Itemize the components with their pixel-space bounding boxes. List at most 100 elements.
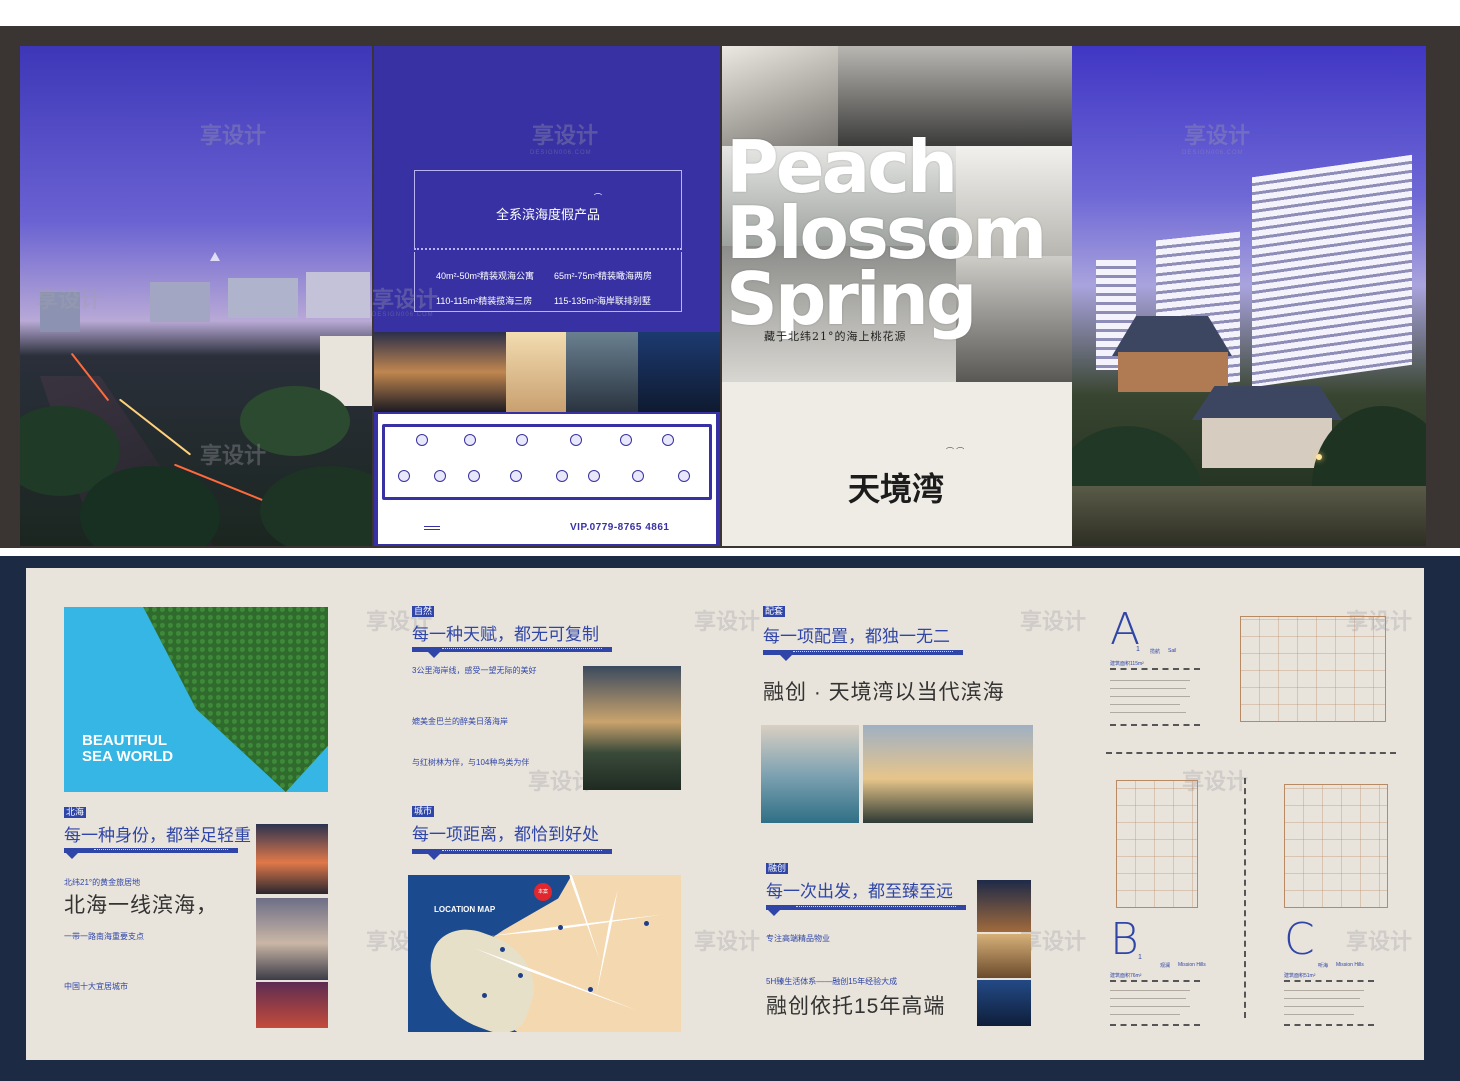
- plan-letter: B: [1110, 914, 1139, 965]
- inner-spread: 享设计 享设计 享设计 享设计 享设计 享设计 享设计 享设计 享设计 享设计 …: [26, 568, 1424, 1060]
- mangrove-photo: [583, 666, 681, 790]
- plan-name-en: Sail: [1168, 648, 1177, 654]
- location-map-title: LOCATION MAP: [434, 905, 496, 914]
- sunac-line: 专注高端精品物业: [766, 934, 830, 943]
- heading-underline: [766, 905, 966, 910]
- beihai-line: 北纬21°的黄金旅居地: [64, 878, 141, 887]
- watermark: 享设计: [200, 123, 267, 148]
- peach-blossom-panel: Peach Blossom Spring 藏于北纬21°的海上桃花源 ⌒ ⌒ 天…: [722, 46, 1072, 546]
- section-heading-config: 每一项配置，都独一无二: [763, 627, 950, 646]
- project-pin-icon: 本案: [534, 883, 552, 901]
- headset-icon: [620, 434, 632, 446]
- headline-word: Spring: [726, 257, 977, 341]
- watermark-en: DESIGN006.COM: [1182, 150, 1244, 156]
- triangle-marker-icon: [66, 853, 78, 859]
- plan-name: 观澜: [1160, 963, 1171, 969]
- section-tag-sunac: 融创: [766, 863, 789, 874]
- location-map: LOCATION MAP 本案: [408, 875, 681, 1032]
- sea-world-aerial-photo: BEAUTIFUL SEA WORLD: [64, 607, 328, 792]
- section-tag-config: 配套: [763, 606, 786, 617]
- hiker-icon: [434, 470, 446, 482]
- pool-photo: [566, 332, 638, 412]
- park-icon: [556, 470, 568, 482]
- night-bay-photo: [977, 980, 1031, 1026]
- spec-item: 40m²-50m²精装观海公寓: [436, 271, 535, 281]
- section-tag-beihai: 北海: [64, 807, 87, 818]
- spa-icon: [516, 434, 528, 446]
- heading-underline: [763, 650, 963, 655]
- beihai-line: 中国十大宜居城市: [64, 982, 128, 991]
- sea-world-title-line: BEAUTIFUL: [82, 732, 167, 749]
- sea-world-title-line: SEA WORLD: [82, 748, 174, 765]
- watermark: 享设计: [694, 609, 761, 634]
- wave-icon: [424, 526, 440, 530]
- watermark: 享设计: [372, 287, 439, 312]
- section-heading-beihai: 每一种身份，都举足轻重: [64, 826, 251, 845]
- beach-sunset-photo: [256, 898, 328, 980]
- palm-beach-photo: [863, 725, 1033, 823]
- plan-index: 1: [1138, 954, 1142, 961]
- config-big-text: 融创 · 天境湾以当代滨海: [763, 681, 1005, 704]
- sofa-icon: [398, 470, 410, 482]
- chair-icon: [588, 470, 600, 482]
- plan-area: 建筑面积115m²: [1110, 661, 1144, 667]
- vip-phone: VIP.0779-8765 4861: [570, 522, 670, 533]
- section-tag-nature: 自然: [412, 606, 435, 617]
- spec-item: 115-135m²海岸联排别墅: [554, 296, 651, 306]
- watermark: 享设计: [694, 929, 761, 954]
- beihai-line: 一带一路南海重要支点: [64, 932, 144, 941]
- plan-area: 建筑面积76m²: [1110, 973, 1142, 979]
- harbor-photo: [977, 880, 1031, 932]
- runner-icon: [464, 434, 476, 446]
- plan-index: 1: [1136, 646, 1140, 653]
- headline: Peach Blossom Spring: [726, 131, 1047, 341]
- section-heading-city: 每一项距离，都恰到好处: [412, 825, 599, 844]
- infinity-pool-photo: [761, 725, 859, 823]
- spec-item: 65m²-75m²精装瞰海两房: [554, 271, 653, 281]
- watermark: 享设计: [36, 287, 103, 312]
- heading-underline: [412, 849, 612, 854]
- heading-underline: [64, 848, 238, 853]
- plan-name: 揽航: [1150, 649, 1161, 655]
- watermark-en: DESIGN006.COM: [530, 150, 592, 156]
- watermark: 享设计: [1346, 929, 1413, 954]
- plan-area: 建筑面积51m²: [1284, 973, 1316, 979]
- plan-name: 听海: [1318, 963, 1329, 969]
- nature-line: 3公里海岸线，感受一望无际的美好: [412, 666, 537, 675]
- brand-logo: 天境湾: [848, 470, 945, 508]
- plan-name-en: Mission Hills: [1336, 962, 1364, 968]
- nature-line: 媲美金巴兰的醉美日落海岸: [412, 717, 508, 726]
- floorplan-b: [1116, 780, 1198, 908]
- plan-name-en: Mission Hills: [1178, 962, 1206, 968]
- bell-icon: [662, 434, 674, 446]
- ship-icon: [510, 470, 522, 482]
- triangle-marker-icon: [768, 910, 780, 916]
- triangle-marker-icon: [428, 652, 440, 658]
- spec-item: 110-115m²精装揽海三房: [436, 296, 533, 306]
- watermark: 享设计: [1020, 609, 1087, 634]
- section-tag-city: 城市: [412, 806, 435, 817]
- nature-line: 与红树林为伴，与104种鸟类为伴: [412, 758, 530, 767]
- sunset-photo: [256, 824, 328, 894]
- watermark: 享设计: [200, 443, 267, 468]
- building-icon: [416, 434, 428, 446]
- food-icon: [632, 470, 644, 482]
- night-city-photo: [638, 332, 720, 412]
- section-heading-nature: 每一种天赋，都无可复制: [412, 625, 599, 644]
- watermark: 享设计: [1184, 123, 1251, 148]
- brand-logo-icon: [210, 252, 220, 261]
- lifestyle-photo-strip: [374, 332, 720, 412]
- heading-underline: [412, 647, 612, 652]
- bird-icon: ⌒ ⌒: [946, 447, 965, 456]
- sunset-city-photo: [374, 332, 506, 412]
- sea-world-title: BEAUTIFUL SEA WORLD: [82, 733, 173, 765]
- sunac-line: 5H臻生活体系——融创15年经验大成: [766, 977, 898, 986]
- beach-girl-photo: [506, 332, 566, 412]
- beihai-big-text: 北海一线滨海，: [64, 894, 218, 917]
- sunac-big-text: 融创依托15年高端: [766, 995, 946, 1018]
- watermark-en: DESIGN006.COM: [372, 312, 434, 318]
- triangle-marker-icon: [780, 655, 792, 661]
- port-crane-photo: [256, 982, 328, 1028]
- woman-photo: [977, 934, 1031, 978]
- tree-icon: [468, 470, 480, 482]
